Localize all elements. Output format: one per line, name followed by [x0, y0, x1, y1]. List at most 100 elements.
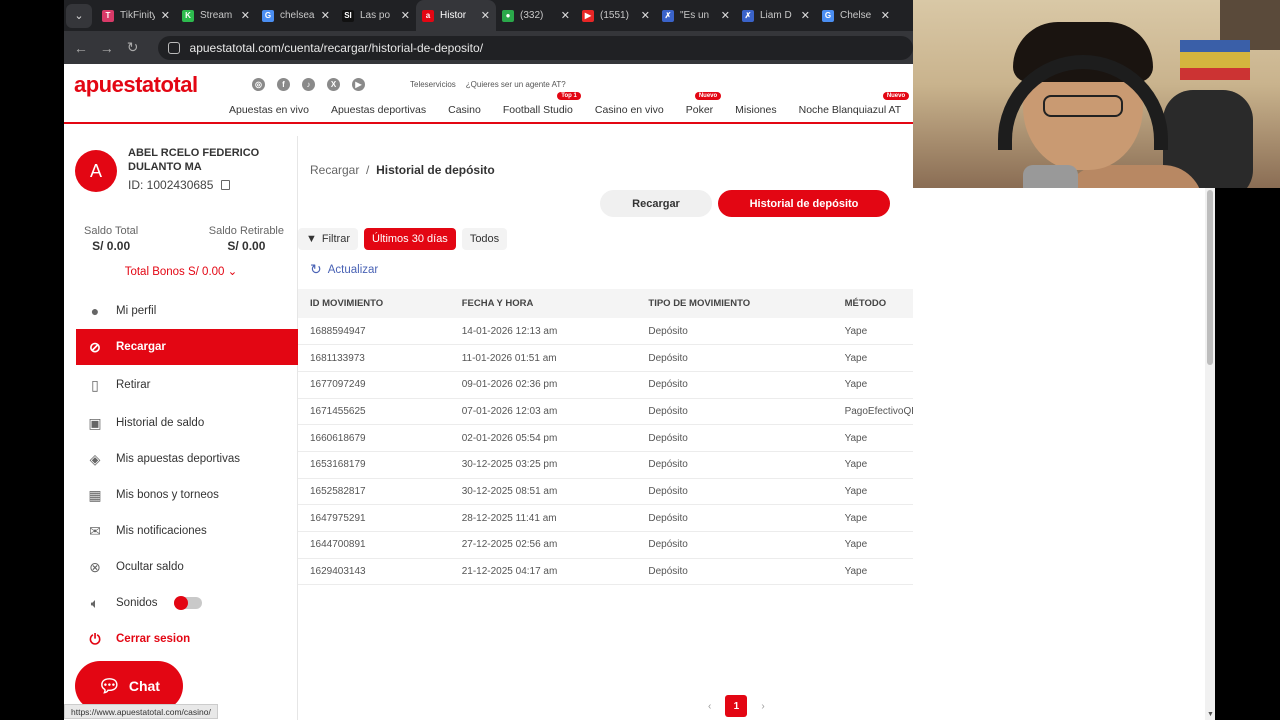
close-icon[interactable]: ✕ — [481, 9, 490, 22]
nav-item[interactable]: Noche Blanquiazul AT Nuevo — [799, 92, 910, 116]
gift-icon: ▦ — [88, 486, 102, 503]
browser-tab[interactable]: SI Las po ✕ — [336, 0, 416, 31]
column-header: ID MOVIMIENTO — [310, 298, 384, 309]
teleservicios-link[interactable]: Teleservicios — [410, 80, 456, 89]
ticket-icon: ◈ — [89, 450, 101, 467]
close-icon[interactable]: ✕ — [401, 9, 410, 22]
back-icon[interactable]: ← — [68, 40, 94, 56]
breadcrumb-current: Historial de depósito — [376, 163, 495, 177]
browser-tab[interactable]: K Stream ✕ — [176, 0, 256, 31]
site-info-icon[interactable] — [167, 41, 180, 54]
table-cell: 28-12-2025 11:41 am — [449, 504, 637, 532]
menu-item-perfil[interactable]: ● Mi perfil — [76, 293, 298, 329]
browser-tab[interactable]: a Histor ✕ — [416, 0, 496, 31]
close-icon[interactable]: ✕ — [161, 9, 170, 22]
table-cell: 1688594947 — [298, 318, 450, 346]
column-header: MÉTODO — [844, 298, 887, 309]
sound-toggle[interactable] — [173, 596, 202, 610]
header-links: Teleservicios ¿Quieres ser un agente AT? — [410, 80, 566, 89]
tab-recargar[interactable]: Recargar — [600, 190, 712, 217]
tab-favicon-icon: ▶ — [582, 9, 594, 22]
close-icon[interactable]: ✕ — [641, 9, 650, 22]
column-header: TIPO DE MOVIMIENTO — [648, 298, 751, 309]
menu-item-notificaciones[interactable]: ✉ Mis notificaciones — [76, 513, 298, 549]
breadcrumb-parent[interactable]: Recargar — [310, 163, 359, 177]
tab-title: chelsea — [280, 10, 315, 21]
filter-button[interactable]: ▼ Filtrar — [298, 228, 358, 250]
table-header: ID MOVIMIENTO FECHA Y HORA TIPO DE MOVIMIE… — [298, 289, 913, 318]
nav-badge: Nuevo — [694, 92, 722, 100]
scrollbar-thumb[interactable] — [1207, 190, 1213, 365]
menu-item-ocultar-saldo[interactable]: ⊗ Ocultar saldo — [76, 549, 298, 585]
page-current[interactable]: 1 — [725, 695, 748, 717]
menu-item-recargar[interactable]: ⊘ Recargar — [76, 329, 298, 365]
logout-button[interactable]: ⏻ Cerrar sesion — [76, 621, 298, 657]
reload-icon[interactable]: ↻ — [120, 39, 146, 56]
nav-item[interactable]: Apuestas deportivas — [331, 104, 426, 116]
range-30-days[interactable]: Últimos 30 días — [364, 228, 456, 250]
recharge-icon: ⊘ — [89, 338, 101, 355]
browser-tab[interactable]: ▶ (1551) ✕ — [576, 0, 656, 31]
tab-favicon-icon: G — [822, 9, 834, 22]
balances: Saldo Total S/ 0.00 Saldo Retirable S/ 0… — [84, 225, 284, 253]
facebook-icon[interactable]: f — [277, 78, 290, 91]
address-bar[interactable]: apuestatotal.com/cuenta/recargar/histori… — [157, 35, 913, 60]
nav-badge: Nuevo — [882, 92, 910, 100]
tab-historial-deposito[interactable]: Historial de depósito — [718, 190, 890, 217]
account-menu: ● Mi perfil ⊘ Recargar ▯ Retirar ▣ Histo… — [76, 293, 298, 657]
table-cell: Yape — [832, 558, 913, 586]
prev-page-icon[interactable]: ‹ — [708, 701, 711, 712]
avatar: A — [75, 150, 117, 192]
browser-tab[interactable]: T TikFinity ✕ — [96, 0, 176, 31]
page-scrollbar[interactable]: ▼ — [1205, 188, 1215, 720]
user-id-text: ID: 1002430685 — [128, 178, 214, 192]
tab-search-dropdown[interactable]: ⌄ — [66, 3, 92, 28]
browser-tab[interactable]: ✗ "Es un ✕ — [656, 0, 736, 31]
table-cell: PagoEfectivoQR — [832, 398, 913, 426]
table-cell: Yape — [832, 424, 913, 452]
nav-item-label: Apuestas deportivas — [330, 104, 427, 116]
youtube-icon[interactable]: ▶ — [352, 78, 365, 91]
table-cell: 1681133973 — [298, 344, 450, 372]
browser-tab[interactable]: Gchelsea ✕ — [256, 0, 336, 31]
forward-icon[interactable]: → — [94, 40, 120, 56]
x-icon[interactable]: X — [327, 78, 340, 91]
browser-tab[interactable]: G Chelse ✕ — [816, 0, 896, 31]
close-icon[interactable]: ✕ — [561, 9, 570, 22]
column-header: FECHA Y HORA — [461, 298, 534, 309]
tab-favicon-icon: T — [102, 9, 114, 22]
menu-item-sonidos[interactable]: 🔈︎ Sonidos — [76, 585, 298, 621]
site-logo[interactable]: apuestatotal — [74, 72, 198, 98]
copy-icon[interactable] — [221, 180, 231, 190]
refresh-button[interactable]: ↻ Actualizar — [310, 261, 378, 278]
agent-link[interactable]: ¿Quieres ser un agente AT? — [466, 80, 566, 89]
tiktok-icon[interactable]: ♪ — [302, 78, 315, 91]
next-page-icon[interactable]: › — [761, 701, 764, 712]
close-icon[interactable]: ✕ — [721, 9, 730, 22]
power-icon: ⏻ — [89, 630, 101, 647]
refresh-icon: ↻ — [310, 261, 322, 277]
nav-item[interactable]: Poker Nuevo — [686, 92, 722, 116]
table-header-row: ID MOVIMIENTO FECHA Y HORA TIPO DE MOVIMIE… — [298, 289, 913, 318]
menu-item-apuestas[interactable]: ◈ Mis apuestas deportivas — [76, 441, 298, 477]
close-icon[interactable]: ✕ — [241, 9, 250, 22]
menu-item-bonos[interactable]: ▦ Mis bonos y torneos — [76, 477, 298, 513]
close-icon[interactable]: ✕ — [801, 9, 810, 22]
scroll-down-icon[interactable]: ▼ — [1207, 711, 1214, 718]
nav-item[interactable]: Casino en vivo — [595, 104, 664, 116]
range-all[interactable]: Todos — [461, 228, 508, 250]
bonus-toggle[interactable]: Total Bonos S/ 0.00 ⌄ — [64, 264, 298, 278]
menu-item-retirar[interactable]: ▯ Retirar — [76, 367, 298, 403]
close-icon[interactable]: ✕ — [881, 9, 890, 22]
instagram-icon[interactable]: ◎ — [252, 78, 265, 91]
browser-tab[interactable]: ✗ Liam D ✕ — [736, 0, 816, 31]
close-icon[interactable]: ✕ — [321, 9, 330, 22]
table-cell: 07-01-2026 12:03 am — [449, 398, 637, 426]
nav-item[interactable]: Football Studio Top 1 — [503, 92, 581, 116]
table-cell: 1647975291 — [298, 504, 450, 532]
nav-item[interactable]: Misiones — [735, 104, 776, 116]
browser-tab[interactable]: ● (332) ✕ — [496, 0, 576, 31]
nav-item[interactable]: Casino — [448, 104, 481, 116]
menu-item-historial-saldo[interactable]: ▣ Historial de saldo — [76, 405, 298, 441]
nav-item[interactable]: Apuestas en vivo — [229, 104, 309, 116]
